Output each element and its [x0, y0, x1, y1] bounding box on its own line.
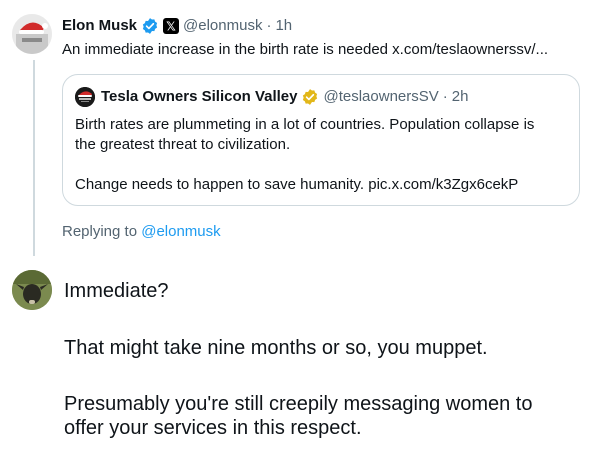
quote-avatar-image	[75, 87, 95, 107]
x-badge-glyph: 𝕏	[166, 20, 176, 34]
thread-connector-line	[33, 60, 35, 256]
separator-dot: ·	[266, 17, 272, 34]
replying-to-handle-link[interactable]: @elonmusk	[141, 223, 220, 240]
quote-author-name[interactable]: Tesla Owners Silicon Valley	[101, 87, 297, 107]
reply-paragraph-1: Immediate?	[64, 280, 169, 302]
reply-paragraph-3-line-1: Presumably you're still creepily messagi…	[64, 393, 533, 415]
x-affiliate-badge-icon: 𝕏	[163, 18, 180, 34]
quote-separator-dot: ·	[442, 88, 448, 105]
verified-badge-blue-icon	[141, 17, 159, 35]
avatar-santa-hat-image	[12, 14, 52, 54]
replying-to-label: Replying to	[62, 223, 138, 240]
quoted-tweet-card[interactable]: Tesla Owners Silicon Valley @teslaowners…	[62, 74, 580, 206]
avatar[interactable]	[12, 14, 52, 54]
reply-paragraph-2: That might take nine months or so, you m…	[64, 337, 488, 359]
quote-timestamp[interactable]: 2h	[452, 87, 469, 107]
author-name[interactable]: Elon Musk	[62, 16, 137, 36]
replying-to-line: Replying to @elonmusk	[62, 222, 221, 242]
quote-text-line-3: Change needs to happen to save humanity.…	[75, 176, 519, 193]
verified-badge-gold-icon	[301, 88, 319, 106]
reply-paragraph-3-line-2: offer your services in this respect.	[64, 417, 362, 439]
parent-tweet-text: An immediate increase in the birth rate …	[62, 41, 549, 58]
reply-avatar-image	[12, 270, 52, 310]
quote-text-line-1: Birth rates are plummeting in a lot of c…	[75, 116, 535, 133]
parent-tweet-header: Elon Musk 𝕏 @elonmusk · 1h	[62, 16, 292, 36]
quote-author-handle[interactable]: @teslaownersSV	[323, 87, 438, 107]
author-handle[interactable]: @elonmusk	[183, 16, 262, 36]
quote-header: Tesla Owners Silicon Valley @teslaowners…	[75, 87, 468, 107]
quote-text-line-2: the greatest threat to civilization.	[75, 136, 291, 153]
quote-avatar[interactable]	[75, 87, 95, 107]
reply-avatar[interactable]	[12, 270, 52, 310]
timestamp[interactable]: 1h	[275, 16, 292, 36]
